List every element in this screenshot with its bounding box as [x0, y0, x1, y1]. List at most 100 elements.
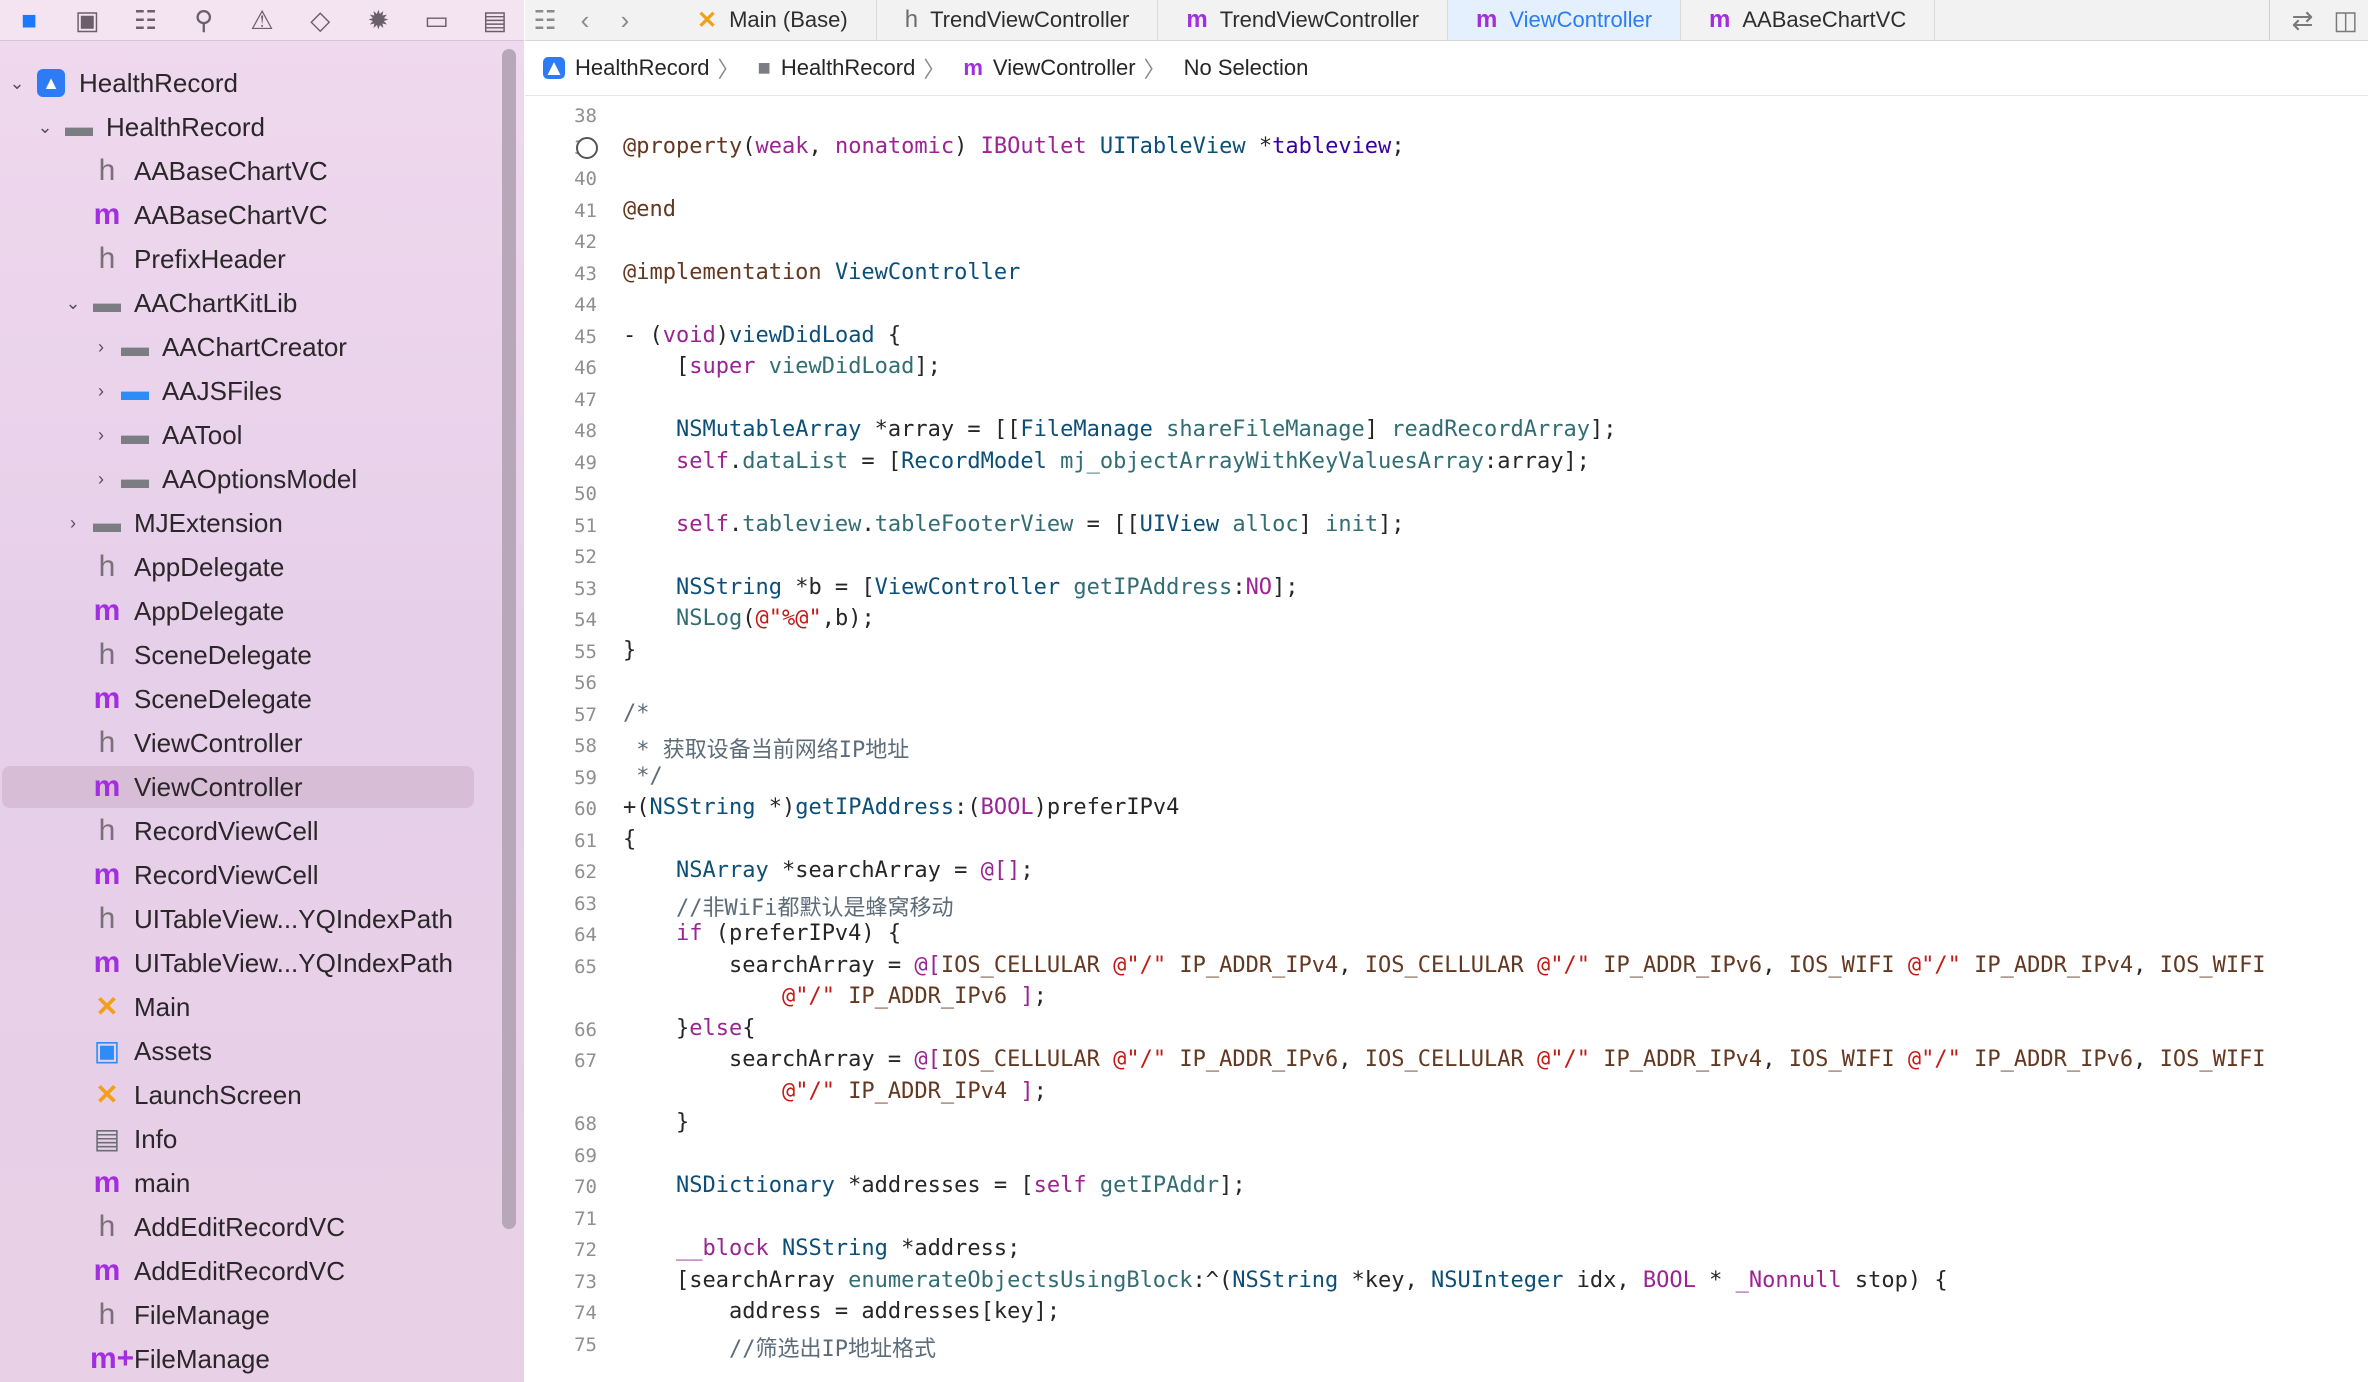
navigator-item-label: PrefixHeader — [134, 243, 286, 274]
folder-icon: ▬ — [121, 331, 149, 362]
navigator-item[interactable]: ›hPrefixHeader — [0, 237, 500, 281]
editor-tab-bar: ☷ ‹ › ✕ Main (Base) h TrendViewController m T… — [525, 0, 2368, 41]
tab-aabasechartvc[interactable]: m AABaseChartVC — [1681, 0, 1936, 40]
code-line: } — [623, 1110, 690, 1135]
navigator-item[interactable]: ›mSceneDelegate — [0, 677, 500, 721]
line-number: 69 — [574, 1144, 597, 1167]
project-icon: ▲ — [543, 55, 565, 80]
folder-icon: ■ — [757, 55, 771, 80]
navigator-item[interactable]: › ▬ AAChartCreator — [0, 325, 500, 369]
navigator-item-label: HealthRecord — [106, 111, 265, 142]
navigator-item[interactable]: ›hRecordViewCell — [0, 809, 500, 853]
blue-folder-icon: ▬ — [121, 375, 149, 406]
navigator-item[interactable]: ›mmain — [0, 1161, 500, 1205]
code-line: - (void)viewDidLoad { — [623, 322, 902, 348]
navigator-item-label: Main — [134, 991, 191, 1022]
objc-header-file-icon: h — [98, 242, 116, 275]
breadcrumb-group[interactable]: ■ HealthRecord 〉 — [758, 52, 946, 84]
line-number: 67 — [574, 1050, 597, 1072]
related-items-icon[interactable]: ☷ — [525, 0, 565, 40]
navigator-item[interactable]: ›mUITableView...YQIndexPath — [0, 941, 500, 985]
chevron-down-icon[interactable]: ⌄ — [62, 293, 84, 314]
navigator-item[interactable]: ›✕LaunchScreen — [0, 1073, 500, 1117]
navigator-item[interactable]: ›m+FileManage — [0, 1337, 500, 1381]
breadcrumb-selection[interactable]: No Selection — [1184, 55, 1309, 81]
chevron-down-icon[interactable]: ⌄ — [34, 117, 56, 138]
navigator-item[interactable]: ›hSceneDelegate — [0, 633, 500, 677]
test-navigator-icon[interactable]: ◇ — [291, 0, 349, 40]
navigator-item[interactable]: ›mRecordViewCell — [0, 853, 500, 897]
tab-main-base-[interactable]: ✕ Main (Base) — [669, 0, 877, 40]
tab-trendviewcontroller[interactable]: m TrendViewController — [1158, 0, 1449, 40]
line-number: 56 — [574, 672, 597, 694]
navigator-item[interactable]: ›mAABaseChartVC — [0, 193, 500, 237]
navigator-item[interactable]: ⌄ ▬ HealthRecord — [0, 105, 500, 149]
chevron-right-icon[interactable]: › — [90, 469, 112, 490]
source-editor[interactable]: 3839@property(weak, nonatomic) IBOutlet … — [525, 96, 2368, 1382]
line-number: 41 — [574, 199, 597, 222]
breadcrumb-file[interactable]: m ViewController 〉 — [963, 52, 1165, 84]
back-arrow-icon[interactable]: ‹ — [565, 0, 605, 40]
navigator-item[interactable]: ›▤Info — [0, 1117, 500, 1161]
chevron-right-icon[interactable]: › — [90, 381, 112, 402]
code-line: { — [623, 826, 637, 852]
line-number: 42 — [574, 231, 597, 253]
navigator-item[interactable]: ›✕Main — [0, 985, 500, 1029]
debug-navigator-icon[interactable]: ✹ — [349, 0, 407, 40]
outlet-connection-circle-icon[interactable] — [576, 136, 598, 159]
line-number: 44 — [574, 294, 597, 316]
swap-icon[interactable]: ⇄ — [2292, 5, 2314, 36]
navigator-item-label: FileManage — [134, 1343, 270, 1374]
navigator-item[interactable]: ›mAddEditRecordVC — [0, 1249, 500, 1293]
navigator-item[interactable]: ›hAABaseChartVC — [0, 149, 500, 193]
line-number: 70 — [574, 1176, 597, 1198]
line-number: 57 — [574, 703, 597, 726]
navigator-item[interactable]: ›hViewController — [0, 721, 500, 765]
navigator-item[interactable]: ›mAppDelegate — [0, 589, 500, 633]
navigator-item-label: AAOptionsModel — [162, 463, 358, 494]
chevron-down-icon[interactable]: ⌄ — [6, 73, 28, 94]
line-number: 45 — [574, 325, 597, 348]
split-editor-icon[interactable]: ◫ — [2333, 5, 2358, 36]
code-line: /* — [623, 700, 650, 726]
find-navigator-icon[interactable]: ⚲ — [175, 0, 233, 40]
source-control-navigator-icon[interactable]: ▣ — [58, 0, 116, 40]
navigator-item[interactable]: ⌄ ▬ AAChartKitLib — [0, 281, 500, 325]
navigator-item[interactable]: › ▬ MJExtension — [0, 501, 500, 545]
navigator-item[interactable]: ›hUITableView...YQIndexPath — [0, 897, 500, 941]
chevron-right-icon: 〉 — [1143, 57, 1166, 82]
report-navigator-icon[interactable]: ▤ — [466, 0, 524, 40]
symbol-navigator-icon[interactable]: ☷ — [116, 0, 174, 40]
chevron-right-icon[interactable]: › — [90, 425, 112, 446]
navigator-item[interactable]: ⌄ ▲ HealthRecord — [0, 61, 500, 105]
navigator-item[interactable]: › ▬ AAJSFiles — [0, 369, 500, 413]
project-navigator-icon[interactable]: ■ — [0, 0, 58, 40]
breakpoint-navigator-icon[interactable]: ▭ — [408, 0, 466, 40]
chevron-right-icon[interactable]: › — [62, 513, 84, 534]
interface-builder-file-icon: ✕ — [95, 1079, 119, 1110]
tab-trendviewcontroller[interactable]: h TrendViewController — [877, 0, 1159, 40]
navigator-item[interactable]: ›▣Assets — [0, 1029, 500, 1073]
code-line: */ — [623, 763, 663, 789]
chevron-right-icon[interactable]: › — [90, 337, 112, 358]
navigator-item[interactable]: › ▬ AATool — [0, 413, 500, 457]
tab-viewcontroller[interactable]: m ViewController — [1448, 0, 1682, 40]
navigator-item[interactable]: ›hFileManage — [0, 1293, 500, 1337]
navigator-item[interactable]: ›hAddEditRecordVC — [0, 1205, 500, 1249]
line-number: 64 — [574, 924, 597, 946]
navigator-item[interactable]: ›hAppDelegate — [0, 545, 500, 589]
breadcrumb-project[interactable]: ▲ HealthRecord 〉 — [543, 52, 740, 84]
forward-arrow-icon[interactable]: › — [605, 0, 645, 40]
navigator-item-label: Info — [134, 1123, 178, 1154]
navigator-item[interactable]: › ▬ AAOptionsModel — [0, 457, 500, 501]
code-line: address = addresses[key]; — [623, 1299, 1061, 1324]
navigator-item[interactable]: ›mViewController — [0, 765, 500, 809]
issue-navigator-icon[interactable]: ⚠ — [233, 0, 291, 40]
line-number: 73 — [574, 1270, 597, 1293]
objc-implementation-file-icon: m — [93, 770, 121, 803]
navigator-scrollbar[interactable] — [502, 49, 516, 1229]
interface-builder-file-icon: ✕ — [95, 991, 119, 1022]
objc-implementation-file-icon: m — [93, 1166, 121, 1199]
code-line: __block NSString *address; — [675, 1236, 1021, 1261]
jump-bar: ▲ HealthRecord 〉 ■ HealthRecord 〉 m View… — [525, 41, 2368, 96]
